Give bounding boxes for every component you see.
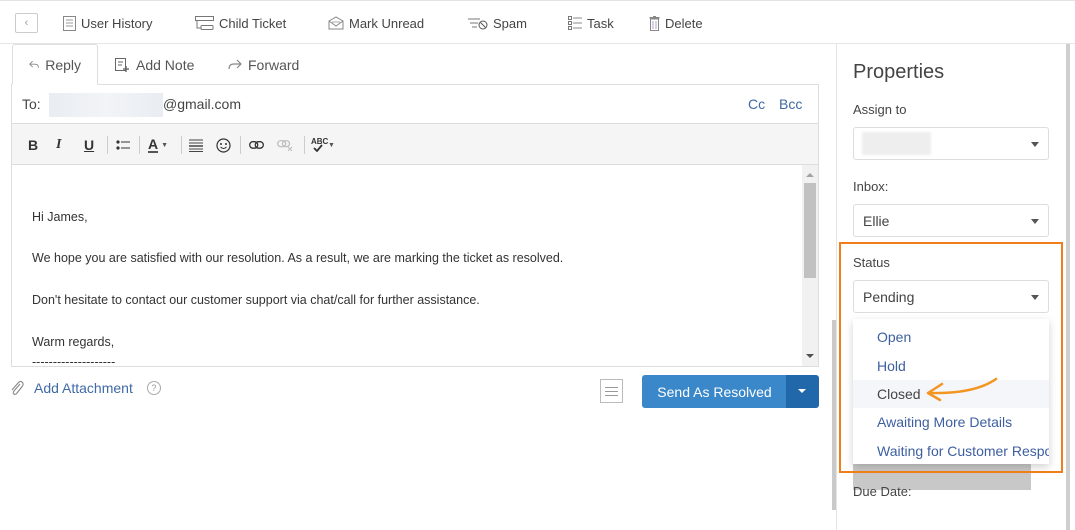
bcc-link[interactable]: Bcc <box>779 96 802 112</box>
bulleted-list-icon <box>116 140 130 150</box>
properties-title: Properties <box>853 61 945 83</box>
inbox-value: Ellie <box>863 213 890 229</box>
spam-icon <box>468 18 488 30</box>
message-body-scrollbar[interactable] <box>802 165 818 366</box>
body-line: Hi James, <box>32 210 88 224</box>
canned-response-button[interactable] <box>600 379 623 403</box>
properties-scrollbar[interactable] <box>1066 44 1070 530</box>
scrollbar-thumb[interactable] <box>804 183 816 278</box>
recipient-redacted <box>49 93 163 117</box>
toolbar-divider <box>107 136 108 154</box>
help-icon[interactable]: ? <box>146 381 161 395</box>
task-button[interactable]: Task <box>568 14 614 32</box>
link-icon <box>249 141 264 149</box>
toolbar-divider <box>240 136 241 154</box>
reply-composer: To: @gmail.com Cc Bcc B I U A ▼ ABC ▼ Hi… <box>11 84 819 367</box>
body-line: -------------------- <box>32 355 116 365</box>
back-button[interactable]: ‹ <box>15 13 38 33</box>
ticket-toolbar: ‹ User History Child Ticket Mark Unread … <box>0 0 1075 44</box>
dropdown-caret-icon: ▼ <box>328 141 335 149</box>
chevron-down-icon <box>1031 142 1039 147</box>
emoji-icon <box>216 137 231 153</box>
reply-icon <box>29 60 39 68</box>
toolbar-divider <box>139 136 140 154</box>
due-date-label: Due Date: <box>853 484 912 496</box>
chevron-left-icon: ‹ <box>24 17 29 29</box>
underline-icon: U <box>84 137 95 153</box>
underline-button[interactable]: U <box>84 135 94 155</box>
child-ticket-icon <box>195 16 214 30</box>
bold-button[interactable]: B <box>28 135 38 155</box>
send-options-dropdown[interactable] <box>786 375 819 408</box>
scroll-down-icon[interactable] <box>806 354 814 358</box>
mark-unread-button[interactable]: Mark Unread <box>328 14 424 32</box>
message-body[interactable]: Hi James, We hope you are satisfied with… <box>32 165 802 365</box>
font-color-button[interactable]: A ▼ <box>148 135 168 155</box>
link-button[interactable] <box>249 135 264 155</box>
align-justify-icon <box>189 139 203 152</box>
delete-button[interactable]: Delete <box>649 14 703 32</box>
tab-forward[interactable]: Forward <box>228 44 299 85</box>
to-field[interactable]: To: @gmail.com Cc Bcc <box>12 85 818 124</box>
format-toolbar: B I U A ▼ ABC ▼ <box>12 124 818 165</box>
bold-icon: B <box>28 137 39 153</box>
emoji-button[interactable] <box>216 135 231 155</box>
template-icon <box>605 387 618 388</box>
forward-icon <box>228 59 242 70</box>
font-color-icon: A <box>148 136 159 153</box>
assignee-redacted <box>862 132 931 155</box>
body-line: Don't hesitate to contact our customer s… <box>32 293 480 307</box>
assign-to-label: Assign to <box>853 102 907 117</box>
tab-add-note[interactable]: Add Note <box>115 44 194 85</box>
chevron-down-icon <box>1031 219 1039 224</box>
document-icon <box>63 15 76 31</box>
assign-to-select[interactable] <box>853 127 1049 160</box>
tab-reply[interactable]: Reply <box>12 44 98 85</box>
unlink-icon <box>277 139 293 151</box>
italic-icon: I <box>56 137 62 152</box>
add-attachment-link[interactable]: Add Attachment ? <box>10 380 161 396</box>
send-as-resolved-button[interactable]: Send As Resolved <box>642 375 787 408</box>
envelope-icon <box>328 16 344 30</box>
paperclip-icon <box>11 380 24 395</box>
scroll-up-icon[interactable] <box>806 173 814 177</box>
align-button[interactable] <box>189 135 203 155</box>
add-note-icon <box>115 57 129 72</box>
panel-divider <box>836 44 837 530</box>
spellcheck-icon: ABC <box>311 137 328 153</box>
unlink-button[interactable] <box>277 135 293 155</box>
inbox-label: Inbox: <box>853 179 889 194</box>
italic-button[interactable]: I <box>56 135 61 155</box>
cc-link[interactable]: Cc <box>748 96 765 112</box>
body-line: We hope you are satisfied with our resol… <box>32 251 564 265</box>
child-ticket-button[interactable]: Child Ticket <box>195 14 286 32</box>
bulleted-list-button[interactable] <box>116 135 130 155</box>
trash-icon <box>649 15 660 31</box>
toolbar-divider <box>181 136 182 154</box>
dropdown-caret-icon: ▼ <box>161 141 169 149</box>
task-list-icon <box>568 16 582 30</box>
spellcheck-button[interactable]: ABC ▼ <box>311 135 335 155</box>
recipient-email-domain: @gmail.com <box>163 96 242 112</box>
annotation-arrow-icon <box>926 377 998 402</box>
to-label: To: <box>22 96 41 112</box>
inbox-select[interactable]: Ellie <box>853 204 1049 237</box>
spam-button[interactable]: Spam <box>468 14 527 32</box>
toolbar-divider <box>304 136 305 154</box>
body-line: Warm regards, <box>32 335 115 349</box>
status-highlight-box <box>839 242 1063 473</box>
user-history-button[interactable]: User History <box>63 14 153 32</box>
